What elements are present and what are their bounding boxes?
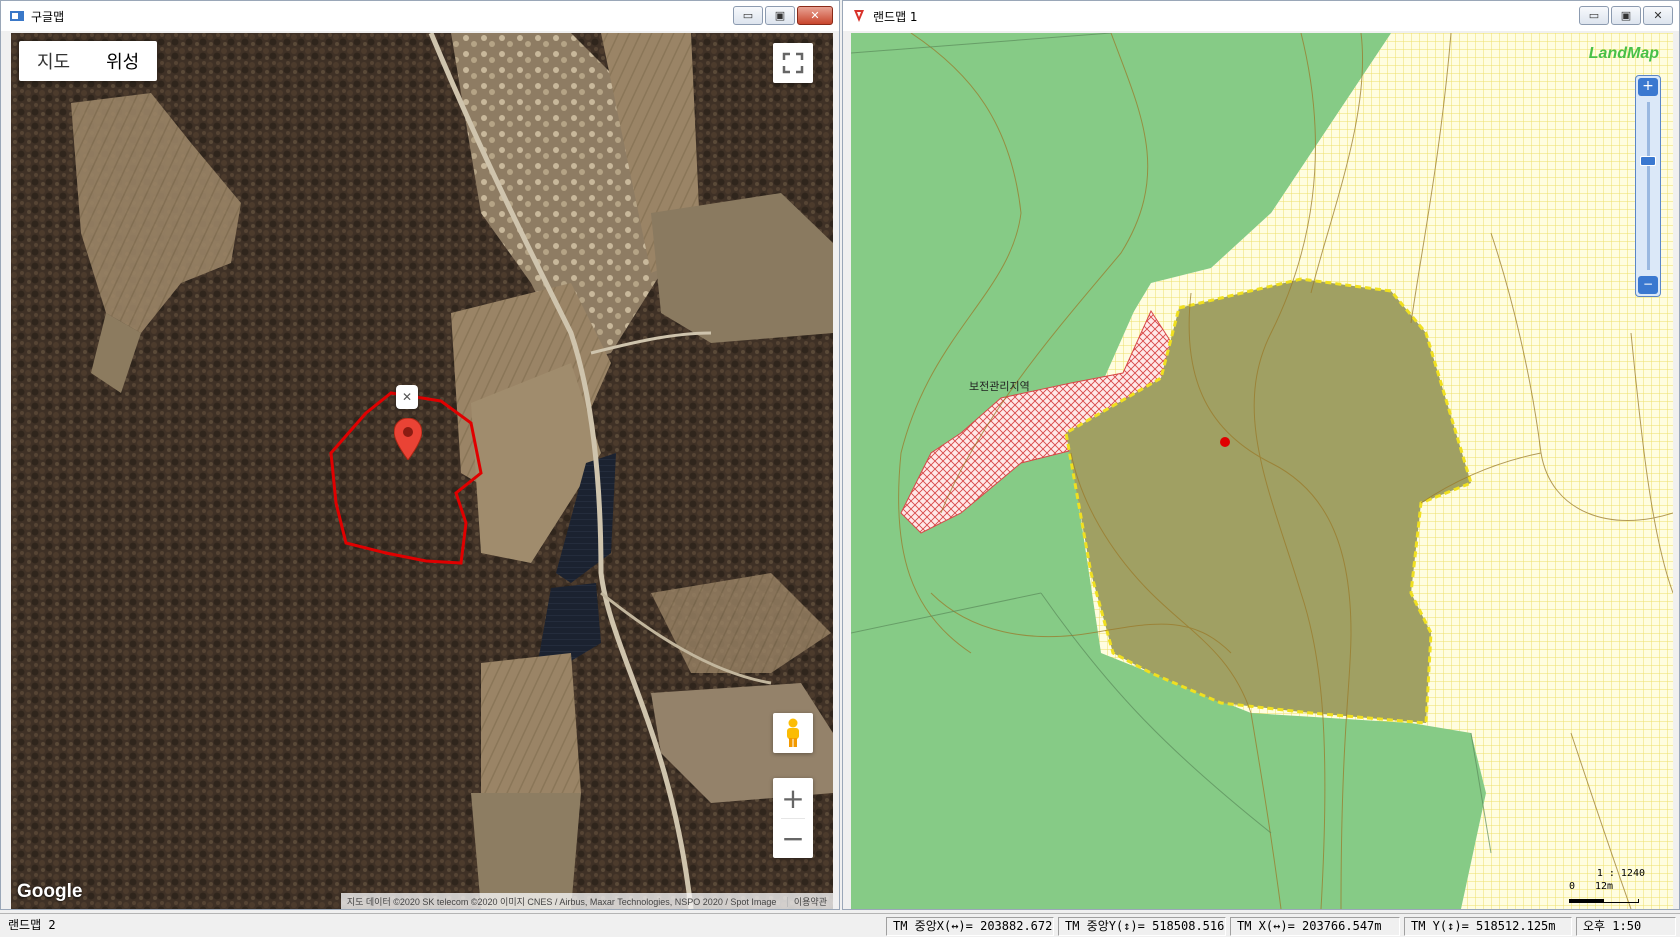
status-tm-x: TM X(↔)= 203766.547m <box>1230 917 1400 936</box>
zoom-slider-handle[interactable] <box>1640 156 1656 166</box>
zoom-control: + − <box>773 778 813 858</box>
satellite-map[interactable]: 지도 위성 ✕ + − Google 지도 데이터 ©2020 SK telec… <box>11 33 833 909</box>
minimize-button[interactable]: ▭ <box>1579 6 1609 25</box>
zoom-out-button[interactable]: − <box>773 819 813 858</box>
map-type-control: 지도 위성 <box>19 41 158 81</box>
app-icon <box>10 11 24 21</box>
pegman-icon <box>787 718 799 747</box>
maximize-button[interactable]: ▣ <box>765 6 795 25</box>
cadastral-map <box>851 33 1673 909</box>
status-center-x: TM 중앙X(↔)= 203882.672m <box>886 917 1054 936</box>
location-point <box>1220 437 1230 447</box>
status-clock: 오후 1:50 <box>1576 917 1676 936</box>
status-bar: 랜드맵 2 TM 중앙X(↔)= 203882.672m TM 중앙Y(↕)= … <box>0 913 1680 937</box>
zoom-in-icon[interactable]: + <box>1638 78 1658 96</box>
google-window-titlebar[interactable]: 구글맵 ▭ ▣ ✕ <box>1 1 839 31</box>
satellite-imagery <box>11 33 833 909</box>
street-view-pegman-button[interactable] <box>773 713 813 753</box>
app-icon <box>854 10 864 22</box>
landmap-window: 랜드맵 1 ▭ ▣ ✕ 보전관리지역 LandMap + − 1: 1240 … <box>842 0 1680 910</box>
fullscreen-icon <box>782 52 804 74</box>
close-button[interactable]: ✕ <box>1643 6 1673 25</box>
map-attribution: 지도 데이터 ©2020 SK telecom ©2020 이미지 CNES /… <box>340 893 833 909</box>
google-logo: Google <box>17 881 83 902</box>
google-window-title: 구글맵 <box>31 9 65 24</box>
landmap-logo: LandMap <box>1588 45 1659 62</box>
maximize-button[interactable]: ▣ <box>1611 6 1641 25</box>
map-marker-icon[interactable] <box>394 418 422 460</box>
zoom-in-button[interactable]: + <box>773 778 813 818</box>
zoom-track[interactable] <box>1647 102 1650 270</box>
scale-bar: 0 12m <box>1569 881 1639 903</box>
landmap-window-titlebar[interactable]: 랜드맵 1 ▭ ▣ ✕ <box>843 1 1679 31</box>
google-map-window: 구글맵 ▭ ▣ ✕ 지도 위성 ✕ + − Google 지도 데이터 ©202… <box>0 0 840 910</box>
map-scale-text: 1 : 1240 <box>1596 868 1645 879</box>
close-button[interactable]: ✕ <box>797 6 833 25</box>
zoom-out-icon[interactable]: − <box>1638 276 1658 294</box>
map-type-satellite-button[interactable]: 위성 <box>88 48 157 74</box>
landmap-window-title: 랜드맵 1 <box>873 9 918 24</box>
map-type-map-button[interactable]: 지도 <box>19 48 88 74</box>
info-window-close-button[interactable]: ✕ <box>396 385 418 409</box>
landmap-canvas[interactable]: 보전관리지역 LandMap + − 1 : 1240 0 12m <box>851 33 1673 909</box>
scale-bar-start: 0 <box>1569 881 1576 892</box>
scale-bar-end: 12m <box>1595 881 1614 892</box>
status-center-y: TM 중앙Y(↕)= 518508.516m <box>1058 917 1226 936</box>
fullscreen-button[interactable] <box>773 43 813 83</box>
attribution-text: 지도 데이터 ©2020 SK telecom ©2020 이미지 CNES /… <box>346 897 777 907</box>
status-app-name: 랜드맵 2 <box>8 918 56 932</box>
terms-link[interactable]: 이용약관 <box>786 897 827 907</box>
zone-label: 보전관리지역 <box>969 380 1030 393</box>
status-tm-y: TM Y(↕)= 518512.125m <box>1404 917 1572 936</box>
minimize-button[interactable]: ▭ <box>733 6 763 25</box>
zoom-slider-control: + − <box>1635 75 1661 297</box>
